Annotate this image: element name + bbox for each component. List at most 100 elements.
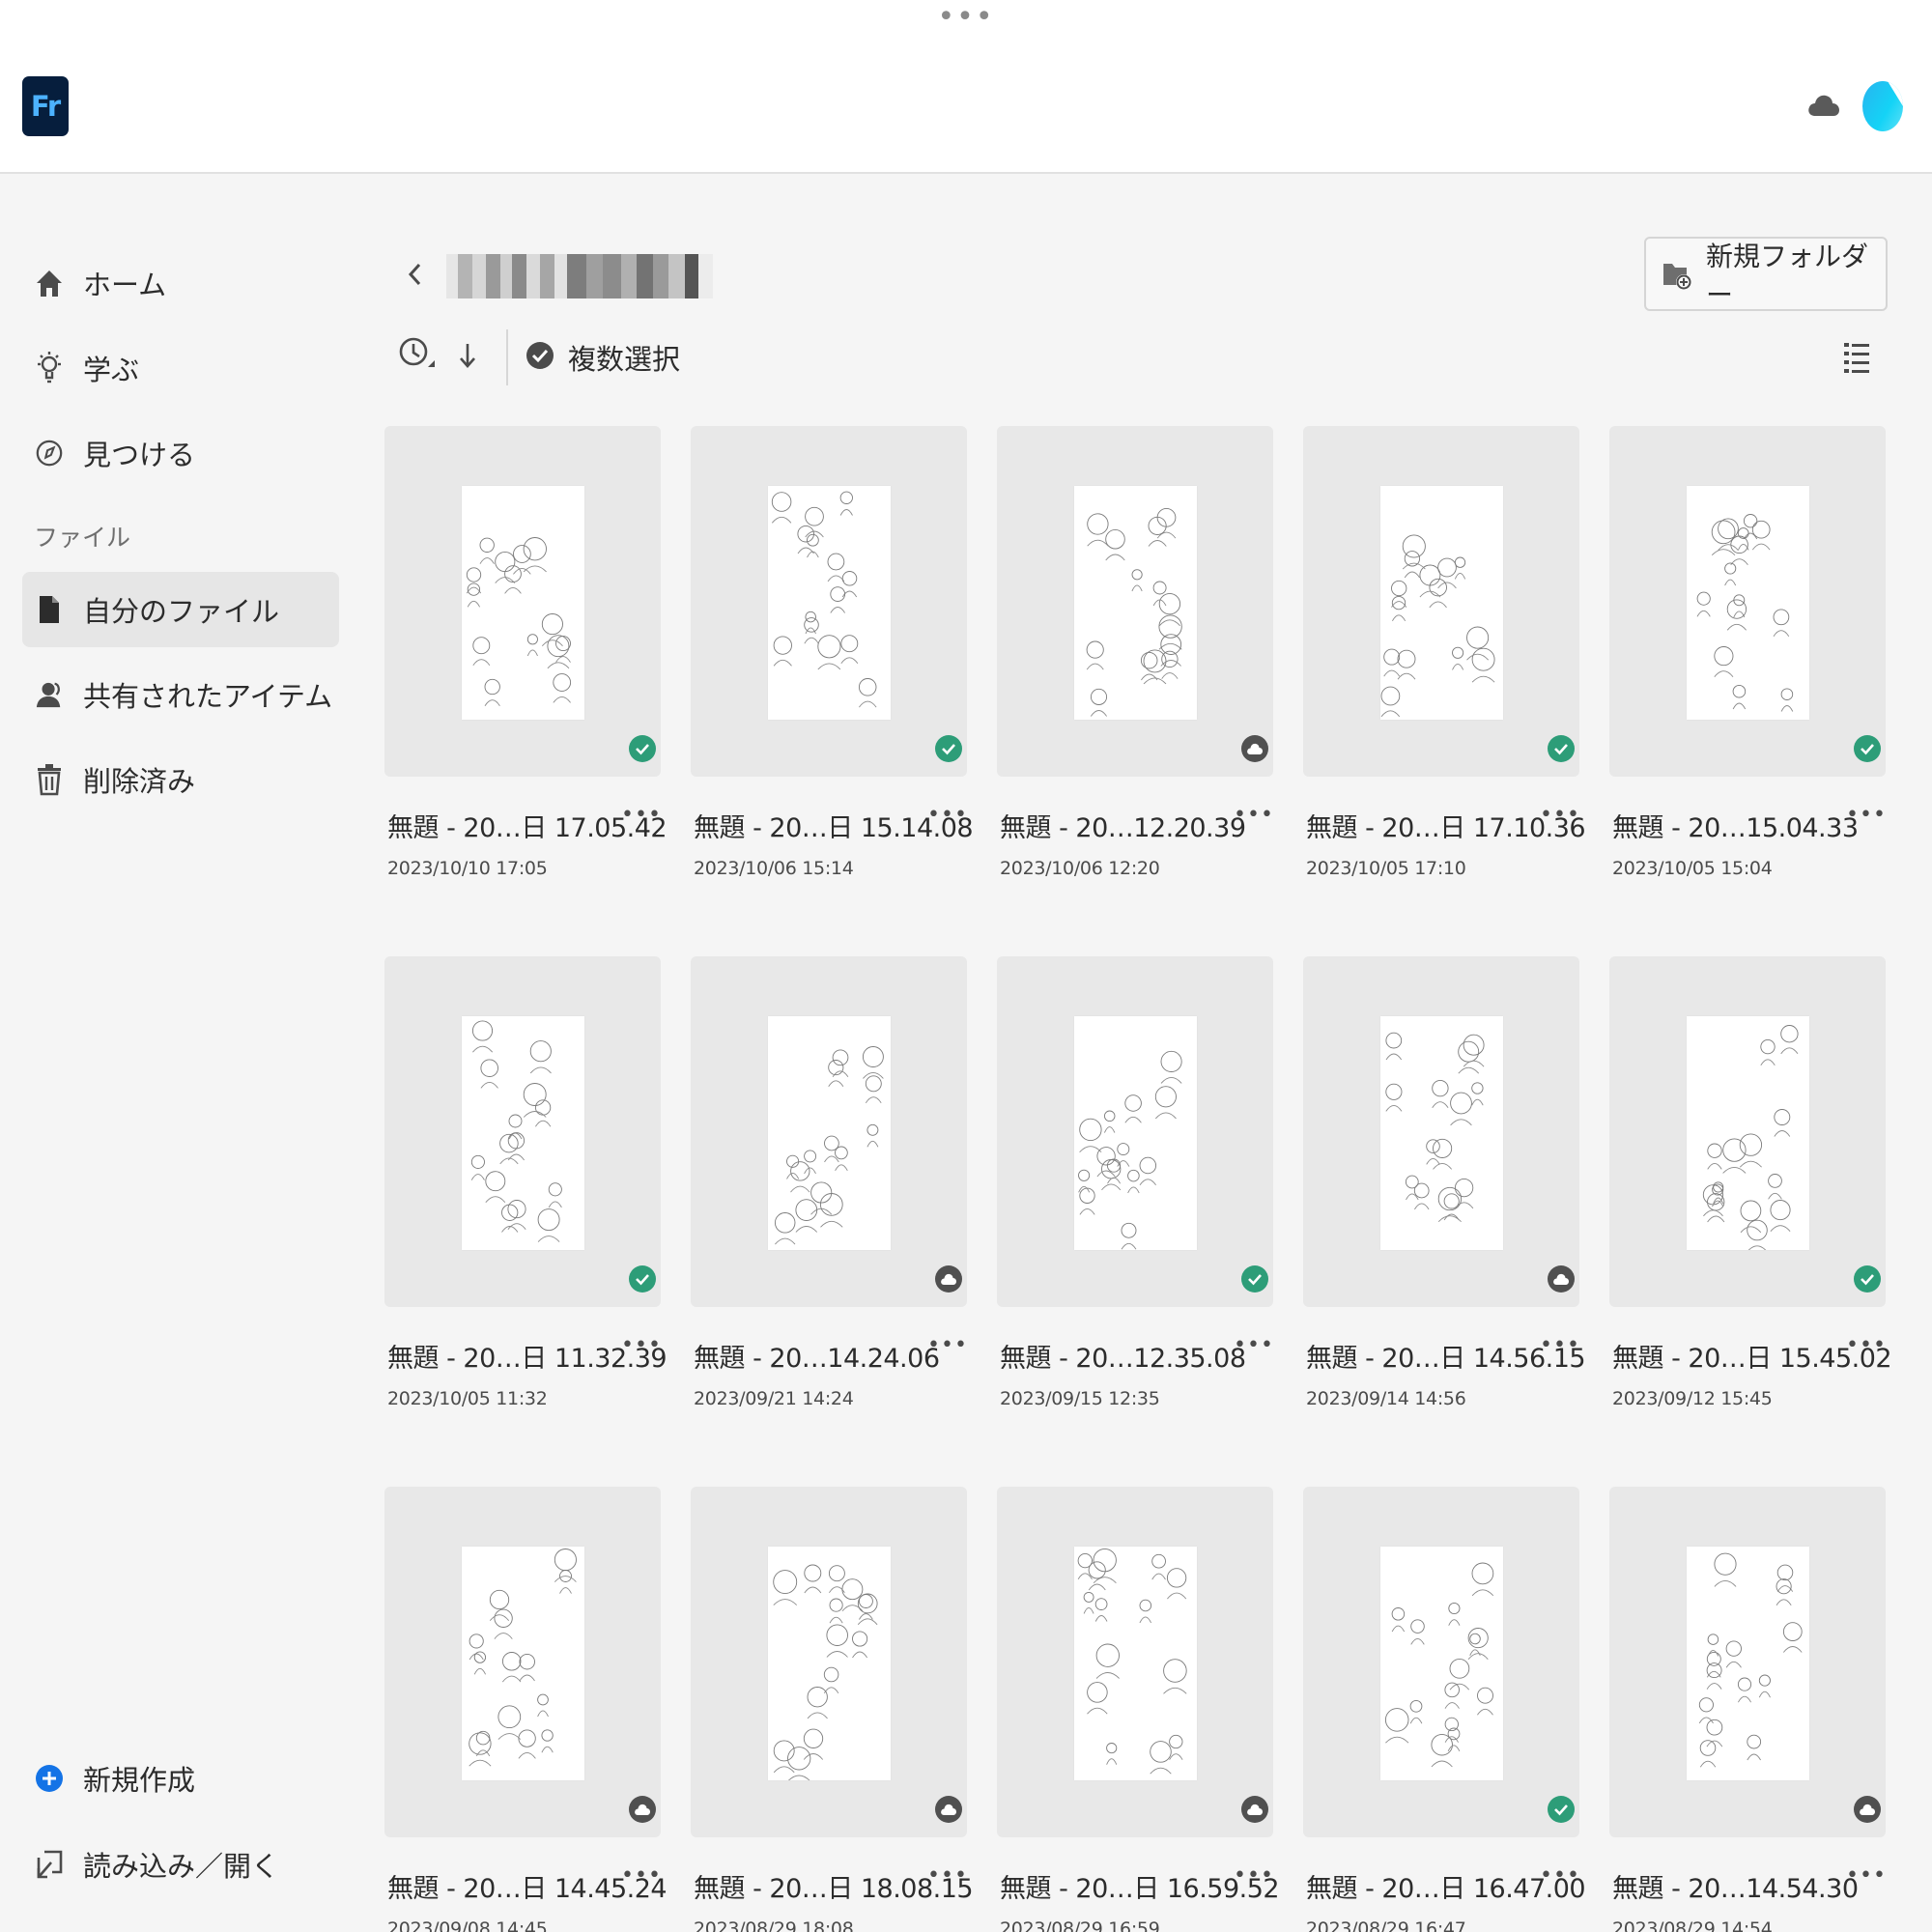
sort-by-date-button[interactable]: [396, 332, 439, 383]
file-title[interactable]: 無題 - 20…日 15.45.02: [1612, 1337, 1892, 1375]
sidebar-item-learn[interactable]: 学ぶ: [22, 330, 339, 406]
sidebar-item-my-files[interactable]: 自分のファイル: [22, 572, 339, 647]
file-thumbnail[interactable]: [1303, 1487, 1579, 1837]
file-thumbnail[interactable]: [1609, 1487, 1886, 1837]
file-thumbnail[interactable]: [384, 426, 661, 777]
synced-check-icon: [629, 1265, 656, 1293]
file-thumbnail[interactable]: [997, 426, 1273, 777]
cloud-only-icon: [629, 1796, 656, 1823]
file-date: 2023/09/15 12:35: [1000, 1388, 1160, 1409]
file-date: 2023/10/06 15:14: [694, 858, 854, 879]
file-title[interactable]: 無題 - 20…14.54.30: [1612, 1867, 1859, 1905]
document-icon: [35, 593, 64, 626]
more-options-icon[interactable]: •••: [1234, 1333, 1273, 1357]
more-options-icon[interactable]: •••: [621, 1333, 661, 1357]
sketch-preview: [462, 486, 584, 720]
shared-user-icon: [35, 678, 64, 711]
sidebar-item-label: ホーム: [83, 269, 167, 301]
list-view-icon[interactable]: [1842, 340, 1871, 375]
more-options-icon[interactable]: •••: [621, 1863, 661, 1888]
import-open-button[interactable]: 読み込み／開く: [22, 1827, 339, 1902]
file-title[interactable]: 無題 - 20…日 14.56.15: [1306, 1337, 1586, 1375]
file-thumbnail[interactable]: [1609, 426, 1886, 777]
new-folder-button[interactable]: 新規フォルダー: [1644, 237, 1888, 311]
sketch-preview: [462, 1547, 584, 1780]
multi-select-label: 複数選択: [568, 343, 681, 376]
file-title[interactable]: 無題 - 20…12.20.39: [1000, 807, 1246, 844]
file-date: 2023/09/08 14:45: [387, 1918, 548, 1932]
more-options-icon[interactable]: •••: [1234, 1863, 1273, 1888]
back-chevron-icon[interactable]: [406, 259, 423, 290]
sort-direction-button[interactable]: [448, 332, 487, 383]
sidebar-item-discover[interactable]: 見つける: [22, 415, 339, 491]
more-options-icon[interactable]: •••: [1234, 803, 1273, 827]
more-options-icon[interactable]: •••: [1846, 1333, 1886, 1357]
file-title[interactable]: 無題 - 20…日 11.32.39: [387, 1337, 668, 1375]
file-thumbnail[interactable]: [997, 1487, 1273, 1837]
file-title[interactable]: 無題 - 20…日 14.45.24: [387, 1867, 668, 1905]
file-thumbnail[interactable]: [384, 956, 661, 1307]
more-options-icon[interactable]: •••: [927, 1333, 967, 1357]
sidebar-item-deleted[interactable]: 削除済み: [22, 742, 339, 817]
sketch-preview: [1687, 1016, 1809, 1250]
more-options-icon[interactable]: •••: [1846, 1863, 1886, 1888]
synced-check-icon: [935, 735, 962, 762]
trash-icon: [35, 763, 64, 796]
multi-select-button[interactable]: 複数選択: [526, 337, 680, 378]
file-title[interactable]: 無題 - 20…日 16.59.52: [1000, 1867, 1280, 1905]
fresco-logo[interactable]: Fr: [22, 76, 69, 136]
file-date: 2023/10/06 12:20: [1000, 858, 1160, 879]
sidebar-item-label: 学ぶ: [83, 354, 140, 386]
file-title[interactable]: 無題 - 20…日 15.14.08: [694, 807, 974, 844]
file-thumbnail[interactable]: [1609, 956, 1886, 1307]
file-thumbnail[interactable]: [1303, 426, 1579, 777]
file-title[interactable]: 無題 - 20…日 17.05.42: [387, 807, 668, 844]
file-thumbnail[interactable]: [384, 1487, 661, 1837]
import-open-label: 読み込み／開く: [83, 1850, 280, 1883]
cloud-sync-icon[interactable]: [1806, 93, 1841, 118]
sketch-preview: [1380, 1016, 1503, 1250]
cloud-only-icon: [1241, 1796, 1268, 1823]
cloud-only-icon: [1241, 735, 1268, 762]
sidebar-item-label: 共有されたアイテム: [83, 680, 333, 713]
more-options-icon[interactable]: •••: [1540, 1333, 1579, 1357]
more-options-icon[interactable]: •••: [927, 803, 967, 827]
more-options-icon[interactable]: •••: [1846, 803, 1886, 827]
file-title[interactable]: 無題 - 20…日 18.08.15: [694, 1867, 974, 1905]
file-thumbnail[interactable]: [691, 956, 967, 1307]
sidebar: ホーム 学ぶ 見つける ファイル 自分のファイル 共有されたアイテム 削除済み: [0, 176, 348, 1932]
new-folder-icon: [1662, 258, 1692, 291]
lightbulb-icon: [35, 352, 64, 384]
sketch-preview: [1074, 486, 1197, 720]
cloud-only-icon: [935, 1265, 962, 1293]
file-title[interactable]: 無題 - 20…日 17.10.36: [1306, 807, 1586, 844]
file-title[interactable]: 無題 - 20…15.04.33: [1612, 807, 1859, 844]
file-thumbnail[interactable]: [691, 1487, 967, 1837]
sketch-preview: [768, 486, 891, 720]
create-new-button[interactable]: 新規作成: [22, 1741, 339, 1816]
user-avatar[interactable]: [1862, 81, 1903, 131]
synced-check-icon: [1241, 1265, 1268, 1293]
file-title[interactable]: 無題 - 20…14.24.06: [694, 1337, 940, 1375]
toolbar-divider: [506, 329, 508, 385]
sidebar-item-shared[interactable]: 共有されたアイテム: [22, 657, 339, 732]
sketch-preview: [462, 1016, 584, 1250]
sketch-preview: [1380, 486, 1503, 720]
create-new-label: 新規作成: [83, 1764, 196, 1797]
sidebar-item-label: 自分のファイル: [83, 595, 280, 628]
clock-icon: [396, 330, 439, 384]
compass-icon: [35, 437, 64, 469]
cloud-only-icon: [935, 1796, 962, 1823]
file-title[interactable]: 無題 - 20…12.35.08: [1000, 1337, 1246, 1375]
file-thumbnail[interactable]: [1303, 956, 1579, 1307]
more-options-icon[interactable]: •••: [1540, 803, 1579, 827]
more-options-icon[interactable]: •••: [621, 803, 661, 827]
file-thumbnail[interactable]: [691, 426, 967, 777]
more-options-icon[interactable]: •••: [927, 1863, 967, 1888]
more-options-icon[interactable]: •••: [1540, 1863, 1579, 1888]
window-menu-dots[interactable]: •••: [0, 3, 1932, 32]
file-thumbnail[interactable]: [997, 956, 1273, 1307]
sketch-preview: [768, 1547, 891, 1780]
file-title[interactable]: 無題 - 20…日 16.47.00: [1306, 1867, 1586, 1905]
sidebar-item-home[interactable]: ホーム: [22, 245, 339, 321]
